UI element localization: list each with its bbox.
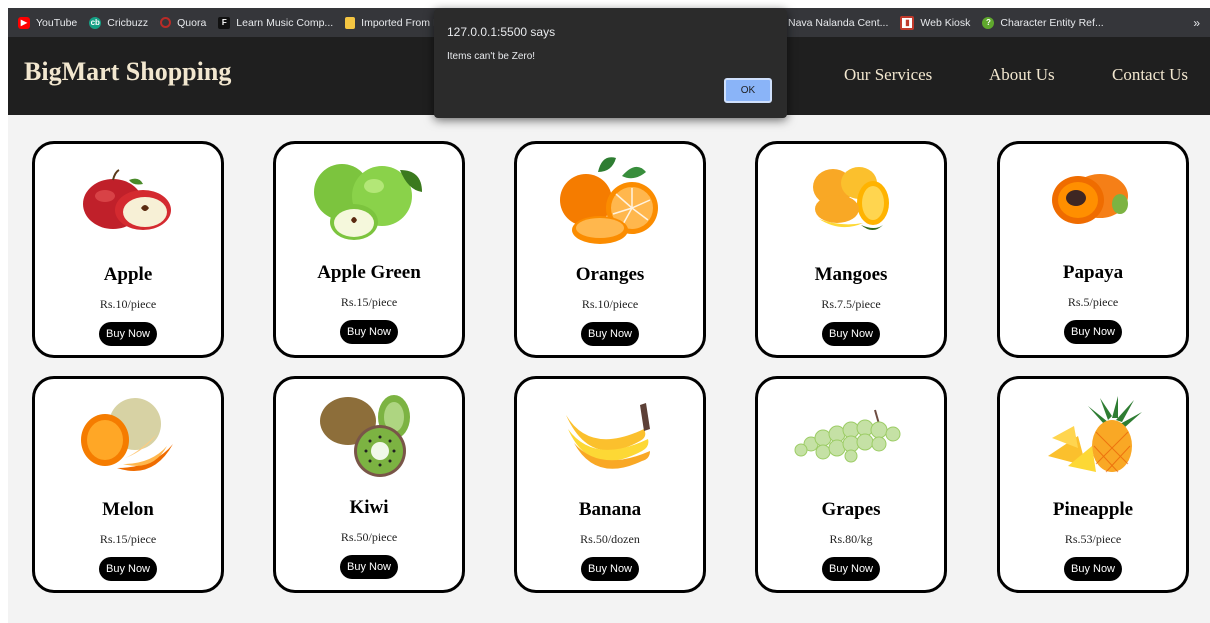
music-icon: F (218, 16, 231, 29)
orange-icon (517, 156, 703, 246)
product-name: Mangoes (814, 264, 888, 285)
folder-icon (345, 16, 356, 29)
green-apple-icon (276, 156, 462, 246)
buy-now-button[interactable]: Buy Now (580, 557, 640, 581)
product-card-oranges: Oranges Rs.10/piece Buy Now (514, 141, 706, 358)
youtube-icon: ▶ (18, 16, 30, 29)
product-card-melon: Melon Rs.15/piece Buy Now (32, 376, 224, 593)
buy-now-button[interactable]: Buy Now (98, 322, 158, 346)
product-name: Pineapple (1052, 499, 1134, 520)
product-price: Rs.50/piece (340, 530, 398, 544)
nav-about-us[interactable]: About Us (989, 65, 1055, 85)
dialog-message: Items can't be Zero! (447, 51, 536, 62)
buy-now-button[interactable]: Buy Now (821, 322, 881, 346)
nav-contact-us[interactable]: Contact Us (1112, 65, 1188, 85)
brand-title[interactable]: BigMart Shopping (24, 57, 231, 87)
alert-dialog: 127.0.0.1:5500 says Items can't be Zero!… (434, 9, 787, 118)
product-price: Rs.5/piece (1067, 295, 1119, 309)
webkiosk-icon: ▮ (900, 15, 915, 30)
pineapple-icon (1000, 391, 1186, 481)
product-card-pineapple: Pineapple Rs.53/piece Buy Now (997, 376, 1189, 593)
bookmark-learn-music[interactable]: F Learn Music Comp... (218, 16, 333, 29)
buy-now-button[interactable]: Buy Now (1063, 557, 1123, 581)
mango-icon (758, 156, 944, 246)
product-name: Kiwi (349, 497, 389, 518)
buy-now-button[interactable]: Buy Now (98, 557, 158, 581)
kiwi-icon (276, 391, 462, 481)
cricbuzz-icon: cb (89, 16, 102, 29)
product-name: Apple Green (317, 262, 421, 283)
question-icon: ? (982, 16, 995, 29)
bookmark-quora[interactable]: Quora (160, 17, 206, 29)
product-card-banana: Banana Rs.50/dozen Buy Now (514, 376, 706, 593)
red-apple-icon (35, 156, 221, 246)
product-price: Rs.7.5/piece (821, 297, 881, 311)
product-price: Rs.80/kg (829, 532, 873, 546)
product-price: Rs.15/piece (340, 295, 398, 309)
buy-now-button[interactable]: Buy Now (1063, 320, 1123, 344)
bookmark-imported-ie[interactable]: Imported From IE (345, 16, 443, 29)
bookmarks-more-icon[interactable]: » (1193, 8, 1200, 37)
product-price: Rs.10/piece (99, 297, 157, 311)
buy-now-button[interactable]: Buy Now (339, 320, 399, 344)
product-price: Rs.10/piece (581, 297, 639, 311)
buy-now-button[interactable]: Buy Now (580, 322, 640, 346)
banana-icon (517, 391, 703, 481)
bookmarks-right: Nava Nalanda Cent... ▮ Web Kiosk ? Chara… (788, 8, 1116, 37)
product-price: Rs.50/dozen (580, 532, 640, 546)
product-card-grapes: Grapes Rs.80/kg Buy Now (755, 376, 947, 593)
melon-icon (35, 391, 221, 481)
product-name: Papaya (1062, 262, 1124, 283)
product-name: Apple (103, 264, 153, 285)
papaya-icon (1000, 156, 1186, 246)
ok-button[interactable]: OK (724, 78, 772, 103)
grapes-icon (758, 391, 944, 481)
product-card-papaya: Papaya Rs.5/piece Buy Now (997, 141, 1189, 358)
buy-now-button[interactable]: Buy Now (821, 557, 881, 581)
quora-icon (160, 17, 172, 28)
bookmark-character-entity[interactable]: ? Character Entity Ref... (982, 16, 1104, 29)
product-card-apple-green: Apple Green Rs.15/piece Buy Now (273, 141, 465, 358)
dialog-origin: 127.0.0.1:5500 says (447, 25, 556, 39)
product-grid: Apple Rs.10/piece Buy Now Apple Green Rs… (8, 115, 1210, 623)
product-name: Grapes (821, 499, 881, 520)
product-card-mangoes: Mangoes Rs.7.5/piece Buy Now (755, 141, 947, 358)
product-name: Oranges (575, 264, 645, 285)
bookmark-nava-nalanda[interactable]: Nava Nalanda Cent... (788, 17, 888, 29)
product-card-kiwi: Kiwi Rs.50/piece Buy Now (273, 376, 465, 593)
bookmark-cricbuzz[interactable]: cb Cricbuzz (89, 16, 148, 29)
product-price: Rs.15/piece (99, 532, 157, 546)
bookmark-youtube[interactable]: ▶ YouTube (18, 16, 77, 29)
bookmark-web-kiosk[interactable]: ▮ Web Kiosk (900, 15, 970, 30)
product-card-apple: Apple Rs.10/piece Buy Now (32, 141, 224, 358)
nav-our-services[interactable]: Our Services (844, 65, 932, 85)
product-price: Rs.53/piece (1064, 532, 1122, 546)
buy-now-button[interactable]: Buy Now (339, 555, 399, 579)
product-name: Banana (578, 499, 642, 520)
product-name: Melon (102, 499, 154, 520)
